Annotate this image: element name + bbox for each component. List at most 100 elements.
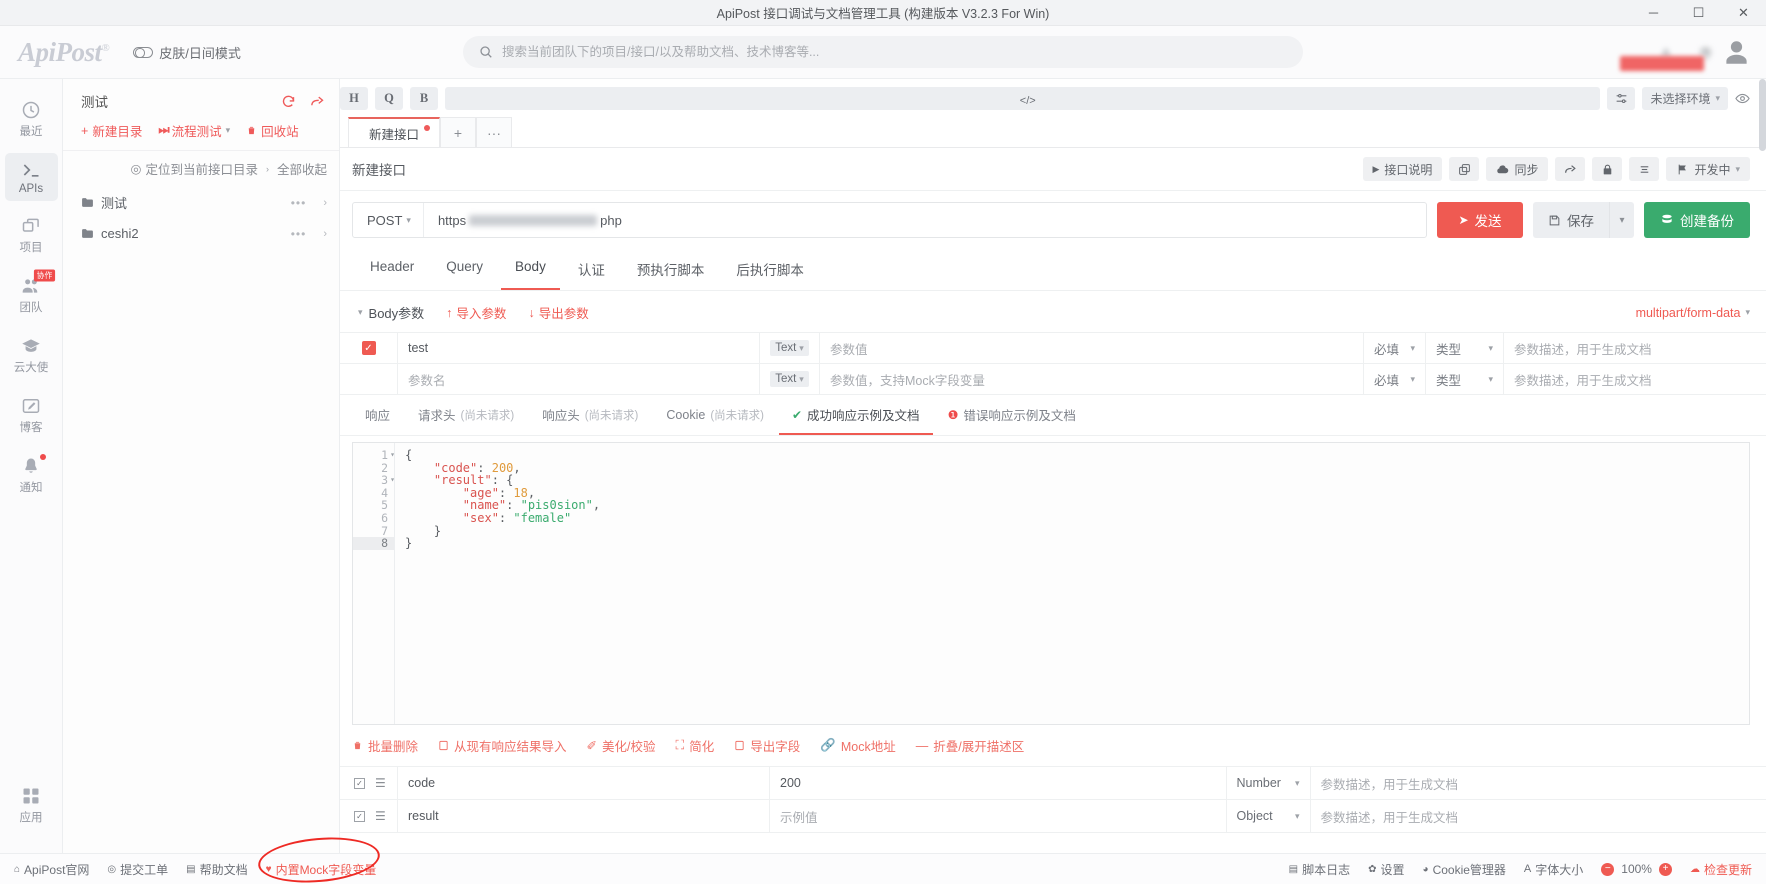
code-tool-button[interactable]: </>: [445, 86, 1601, 110]
rail-item-apis[interactable]: APIs: [4, 153, 58, 201]
url-input[interactable]: https php: [424, 213, 1426, 228]
drag-handle-icon[interactable]: ☰: [375, 809, 386, 823]
tab-new-interface[interactable]: 新建接口: [348, 117, 440, 147]
scrollbar-thumb[interactable]: [1759, 79, 1766, 151]
checkbox-checked-icon[interactable]: ✓: [361, 341, 376, 355]
cookie-manager-button[interactable]: ◕ Cookie管理器: [1423, 861, 1506, 878]
share-button[interactable]: [1555, 157, 1586, 181]
list-button[interactable]: [1629, 157, 1660, 181]
batch-delete-button[interactable]: 批量删除: [352, 736, 418, 755]
json-code-editor[interactable]: ▾ 1 2 ▾ 3 4 5 6 7 8 { "code": 200, "result…: [352, 442, 1750, 725]
field-name-cell[interactable]: result: [398, 800, 770, 832]
export-params-button[interactable]: ↓ 导出参数: [528, 303, 588, 322]
save-button[interactable]: 保存: [1533, 202, 1609, 238]
param-desc-cell[interactable]: 参数描述，用于生成文档: [1504, 333, 1766, 363]
param-type-cell[interactable]: Text ▾: [760, 333, 820, 363]
content-type-selector[interactable]: multipart/form-data ▾: [1636, 306, 1750, 320]
tree-item-ceshi[interactable]: 测试 ••• ›: [63, 186, 339, 219]
table-row[interactable]: 参数名 Text ▾ 参数值，支持Mock字段变量 必填 ▾ 类型 ▾ 参数描述…: [340, 364, 1766, 395]
close-button[interactable]: ✕: [1721, 0, 1766, 26]
tab-success-example[interactable]: ✔ 成功响应示例及文档: [778, 395, 933, 435]
new-directory-button[interactable]: + 新建目录: [81, 121, 142, 140]
http-method-selector[interactable]: POST ▾: [353, 203, 424, 237]
collapse-all-button[interactable]: 全部收起: [277, 159, 327, 178]
tab-pre-script[interactable]: 预执行脚本: [623, 249, 719, 290]
body-tool-button[interactable]: B: [410, 86, 438, 110]
add-tab-button[interactable]: +: [440, 117, 476, 147]
mock-url-button[interactable]: 🔗 Mock地址: [820, 736, 895, 755]
table-row[interactable]: ✓ ☰ result 示例值 Object ▾ 参数描述，用于生成文档: [340, 800, 1766, 833]
param-name-cell[interactable]: test: [398, 333, 760, 363]
rail-item-blog[interactable]: 博客: [5, 389, 58, 441]
param-type-pill[interactable]: Text ▾: [770, 371, 809, 387]
param-type-pill[interactable]: Text ▾: [770, 340, 809, 356]
editor-code-area[interactable]: { "code": 200, "result": { "age": 18, "n…: [395, 443, 1749, 724]
tree-item-expand-icon[interactable]: ›: [323, 197, 327, 209]
param-required-cell[interactable]: 必填 ▾: [1364, 364, 1426, 394]
main-scrollbar[interactable]: [1759, 79, 1766, 853]
param-required-cell[interactable]: 必填 ▾: [1364, 333, 1426, 363]
tree-item-expand-icon[interactable]: ›: [323, 228, 327, 240]
tab-response-headers[interactable]: 响应头 (尚未请求): [529, 395, 651, 435]
rail-item-project[interactable]: 项目: [5, 209, 58, 261]
gutter-line-active[interactable]: 8: [353, 537, 394, 550]
request-name[interactable]: 新建接口: [352, 159, 1356, 179]
tab-more-button[interactable]: ···: [476, 117, 512, 147]
flow-test-button[interactable]: ⏭ 流程测试 ▾: [158, 121, 230, 140]
param-type-cell[interactable]: Text ▾: [760, 364, 820, 394]
tree-item-more-icon[interactable]: •••: [291, 196, 307, 210]
locate-current-api-button[interactable]: ◎ 定位到当前接口目录: [131, 159, 258, 178]
zoom-out-button[interactable]: −: [1601, 862, 1615, 876]
share-arrow-icon[interactable]: [310, 94, 325, 109]
row-controls-cell[interactable]: ✓ ☰: [340, 767, 398, 799]
import-from-response-button[interactable]: 从现有响应结果导入: [438, 736, 567, 755]
toggle-desc-area-button[interactable]: — 折叠/展开描述区: [916, 736, 1024, 755]
beautify-validate-button[interactable]: ✐ 美化/校验: [587, 736, 656, 755]
param-value-cell[interactable]: 参数值，支持Mock字段变量: [820, 364, 1364, 394]
submit-ticket-link[interactable]: ◎ 提交工单: [107, 861, 168, 878]
settings-button[interactable]: ✿ 设置: [1368, 861, 1404, 878]
rail-item-cloud-ambassador[interactable]: 云大使: [5, 329, 58, 381]
builtin-mock-variables-link[interactable]: ♥ 内置Mock字段变量: [266, 861, 377, 878]
fold-toggle-icon[interactable]: ▾: [390, 474, 395, 487]
header-tool-button[interactable]: H: [340, 86, 368, 110]
tab-body[interactable]: Body: [501, 249, 560, 290]
param-value-cell[interactable]: 参数值: [820, 333, 1364, 363]
recycle-bin-button[interactable]: 回收站: [246, 121, 299, 140]
settings-sliders-button[interactable]: [1607, 86, 1636, 110]
param-kind-cell[interactable]: 类型 ▾: [1426, 364, 1504, 394]
font-size-button[interactable]: A 字体大小: [1524, 861, 1583, 878]
zoom-in-button[interactable]: +: [1658, 862, 1672, 876]
field-desc-cell[interactable]: 参数描述，用于生成文档: [1311, 767, 1766, 799]
param-kind-cell[interactable]: 类型 ▾: [1426, 333, 1504, 363]
table-row[interactable]: ✓ test Text ▾ 参数值 必填 ▾ 类型 ▾ 参数描述，用于生成文档: [340, 333, 1766, 364]
rail-item-recent[interactable]: 最近: [5, 93, 58, 145]
body-param-title-group[interactable]: ▾ Body参数: [358, 303, 424, 322]
sync-button[interactable]: 同步: [1486, 157, 1549, 181]
lock-button[interactable]: [1592, 157, 1623, 181]
import-params-button[interactable]: ↑ 导入参数: [446, 303, 506, 322]
tab-auth[interactable]: 认证: [564, 249, 619, 290]
query-tool-button[interactable]: Q: [375, 86, 403, 110]
rail-item-notification[interactable]: 通知: [5, 449, 58, 501]
row-controls-cell[interactable]: ✓ ☰: [340, 800, 398, 832]
tab-response[interactable]: 响应: [352, 395, 403, 435]
tab-query[interactable]: Query: [432, 249, 497, 290]
field-value-cell[interactable]: 示例值: [770, 800, 1227, 832]
param-desc-cell[interactable]: 参数描述，用于生成文档: [1504, 364, 1766, 394]
maximize-button[interactable]: ☐: [1676, 0, 1721, 26]
checkbox-checked-icon[interactable]: ✓: [354, 777, 365, 789]
export-fields-button[interactable]: 导出字段: [734, 736, 800, 755]
global-search[interactable]: [463, 36, 1303, 68]
field-desc-cell[interactable]: 参数描述，用于生成文档: [1311, 800, 1766, 832]
rail-item-apps[interactable]: 应用: [5, 779, 58, 831]
api-description-button[interactable]: ▶ 接口说明: [1362, 157, 1443, 181]
field-name-cell[interactable]: code: [398, 767, 770, 799]
save-dropdown-button[interactable]: ▾: [1609, 202, 1634, 238]
row-checkbox-cell[interactable]: ✓: [340, 333, 398, 363]
tree-item-ceshi2[interactable]: ceshi2 ••• ›: [63, 219, 339, 248]
field-type-cell[interactable]: Object ▾: [1227, 800, 1311, 832]
avatar[interactable]: [1723, 39, 1750, 66]
environment-selector[interactable]: 未选择环境 ▾: [1642, 86, 1728, 110]
field-type-cell[interactable]: Number ▾: [1227, 767, 1311, 799]
